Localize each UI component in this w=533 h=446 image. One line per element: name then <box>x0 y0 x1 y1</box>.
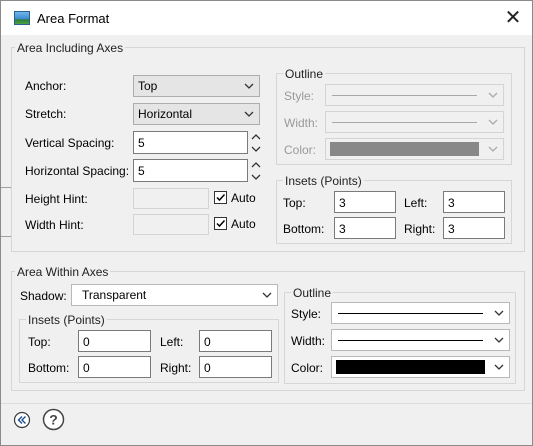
help-button[interactable]: ? <box>42 408 65 431</box>
within-inset-top-value: 0 <box>83 335 90 349</box>
color-swatch <box>336 360 485 374</box>
outline-style-select-top[interactable] <box>325 84 504 106</box>
double-chevron-left-icon <box>13 411 31 429</box>
stretch-label: Stretch: <box>25 107 67 121</box>
height-hint-input[interactable] <box>133 188 209 209</box>
line-style-preview <box>332 95 477 96</box>
within-inset-right-value: 0 <box>204 361 211 375</box>
line-width-preview <box>338 340 483 341</box>
vertical-spacing-input[interactable]: 5 <box>133 131 248 154</box>
width-auto-checkbox[interactable] <box>214 217 227 230</box>
insets-title-top: Insets (Points) <box>283 174 364 188</box>
inset-bottom-value: 3 <box>339 222 346 236</box>
footer-separator <box>1 403 532 404</box>
help-icon: ? <box>42 408 65 431</box>
separator <box>1 236 11 237</box>
app-icon <box>14 11 30 25</box>
chevron-down-icon <box>260 288 274 302</box>
separator <box>1 187 11 188</box>
outline-title-bottom: Outline <box>291 286 334 300</box>
outline-width-select-bottom[interactable] <box>331 329 510 351</box>
inset-left-label: Left: <box>404 196 428 210</box>
outline-color-label-bottom: Color: <box>291 361 324 375</box>
inset-left-value: 3 <box>448 196 455 210</box>
chevron-down-icon <box>486 142 500 156</box>
shadow-value: Transparent <box>82 288 147 302</box>
inset-bottom-label: Bottom: <box>283 222 325 236</box>
within-inset-left-label: Left: <box>160 335 184 349</box>
horizontal-spacing-value: 5 <box>138 164 145 178</box>
shadow-label: Shadow: <box>20 289 67 303</box>
within-inset-top-input[interactable]: 0 <box>78 330 151 352</box>
chevron-down-icon <box>492 333 506 347</box>
outline-style-label-bottom: Style: <box>291 307 322 321</box>
inset-right-label: Right: <box>404 222 436 236</box>
color-swatch <box>330 142 479 156</box>
outline-title-top: Outline <box>283 67 326 81</box>
line-width-preview <box>332 122 477 123</box>
height-hint-label: Height Hint: <box>25 192 88 206</box>
inset-right-value: 3 <box>448 222 455 236</box>
height-auto-label: Auto <box>231 191 256 205</box>
width-auto-label: Auto <box>231 217 256 231</box>
inset-top-input[interactable]: 3 <box>334 191 396 213</box>
stretch-select[interactable]: Horizontal <box>133 103 260 125</box>
vertical-spacing-spinner[interactable] <box>250 132 262 154</box>
shadow-select[interactable]: Transparent <box>71 284 278 306</box>
chevron-down-icon <box>242 107 256 121</box>
within-inset-right-input[interactable]: 0 <box>199 356 272 378</box>
line-style-preview <box>338 313 483 314</box>
inset-top-label: Top: <box>283 196 306 210</box>
within-inset-bottom-input[interactable]: 0 <box>78 356 151 378</box>
svg-text:?: ? <box>49 412 58 428</box>
horizontal-spacing-label: Horizontal Spacing: <box>25 164 130 178</box>
within-inset-left-value: 0 <box>204 335 211 349</box>
outline-width-label-top: Width: <box>284 116 319 130</box>
vertical-spacing-value: 5 <box>138 136 145 150</box>
inset-left-input[interactable]: 3 <box>443 191 505 213</box>
stretch-value: Horizontal <box>138 107 193 121</box>
window-title: Area Format <box>37 11 110 26</box>
anchor-select[interactable]: Top <box>133 75 260 97</box>
outline-style-label-top: Style: <box>284 89 315 103</box>
width-hint-label: Width Hint: <box>25 218 84 232</box>
outline-width-select-top[interactable] <box>325 111 504 133</box>
anchor-value: Top <box>138 79 158 93</box>
insets-title-bottom: Insets (Points) <box>26 313 107 327</box>
area-including-axes-title: Area Including Axes <box>15 41 126 55</box>
outline-color-select-top[interactable] <box>325 138 504 160</box>
width-hint-input[interactable] <box>133 214 209 235</box>
outline-width-label-bottom: Width: <box>291 334 326 348</box>
collapse-button[interactable] <box>13 411 31 429</box>
inset-top-value: 3 <box>339 196 346 210</box>
horizontal-spacing-spinner[interactable] <box>250 160 262 182</box>
within-inset-top-label: Top: <box>28 335 51 349</box>
anchor-label: Anchor: <box>25 79 67 93</box>
area-within-axes-title: Area Within Axes <box>15 265 111 279</box>
outline-color-select-bottom[interactable] <box>331 356 510 378</box>
title-bar: Area Format ✕ <box>1 1 532 35</box>
within-inset-right-label: Right: <box>160 361 192 375</box>
within-inset-left-input[interactable]: 0 <box>199 330 272 352</box>
horizontal-spacing-input[interactable]: 5 <box>133 159 248 182</box>
inset-bottom-input[interactable]: 3 <box>334 217 396 239</box>
height-auto-checkbox[interactable] <box>214 191 227 204</box>
close-button[interactable]: ✕ <box>498 3 528 33</box>
close-icon: ✕ <box>504 7 522 29</box>
within-inset-bottom-label: Bottom: <box>28 361 70 375</box>
chevron-down-icon <box>492 306 506 320</box>
within-inset-bottom-value: 0 <box>83 361 90 375</box>
outline-color-label-top: Color: <box>284 143 317 157</box>
chevron-down-icon <box>242 79 256 93</box>
outline-style-select-bottom[interactable] <box>331 302 510 324</box>
chevron-down-icon <box>486 115 500 129</box>
chevron-down-icon <box>486 88 500 102</box>
area-format-dialog: Area Format ✕ Area Including Axes Anchor… <box>0 0 533 446</box>
inset-right-input[interactable]: 3 <box>443 217 505 239</box>
vertical-spacing-label: Vertical Spacing: <box>25 136 115 150</box>
chevron-down-icon <box>492 360 506 374</box>
